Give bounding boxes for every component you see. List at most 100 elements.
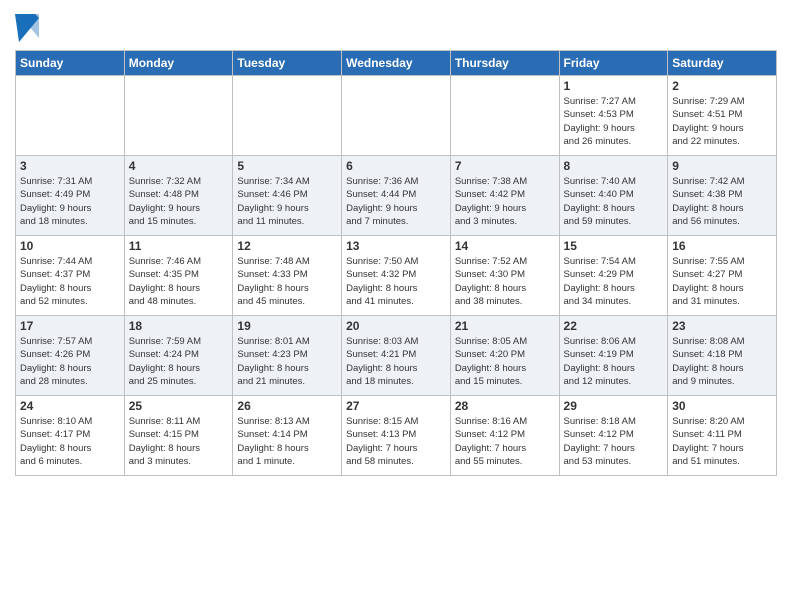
day-info: Sunrise: 8:18 AM Sunset: 4:12 PM Dayligh… [564,415,664,468]
day-number: 4 [129,159,229,173]
day-info: Sunrise: 7:27 AM Sunset: 4:53 PM Dayligh… [564,95,664,148]
calendar-cell: 30 Sunrise: 8:20 AM Sunset: 4:11 PM Dayli… [668,396,777,476]
day-number: 20 [346,319,446,333]
day-number: 8 [564,159,664,173]
calendar-cell: 26 Sunrise: 8:13 AM Sunset: 4:14 PM Dayli… [233,396,342,476]
weekday-header: Sunday [16,51,125,76]
day-number: 14 [455,239,555,253]
day-number: 3 [20,159,120,173]
calendar-cell: 7Sunrise: 7:38 AM Sunset: 4:42 PM Daylig… [450,156,559,236]
day-number: 2 [672,79,772,93]
calendar-cell: 22 Sunrise: 8:06 AM Sunset: 4:19 PM Dayli… [559,316,668,396]
day-number: 19 [237,319,337,333]
calendar-cell: 27 Sunrise: 8:15 AM Sunset: 4:13 PM Dayli… [342,396,451,476]
day-number: 27 [346,399,446,413]
day-number: 15 [564,239,664,253]
day-number: 11 [129,239,229,253]
logo [15,14,41,42]
day-info: Sunrise: 8:05 AM Sunset: 4:20 PM Dayligh… [455,335,555,388]
day-info: Sunrise: 7:55 AM Sunset: 4:27 PM Dayligh… [672,255,772,308]
day-info: Sunrise: 7:34 AM Sunset: 4:46 PM Dayligh… [237,175,337,228]
calendar-cell: 19 Sunrise: 8:01 AM Sunset: 4:23 PM Dayli… [233,316,342,396]
calendar-cell: 14 Sunrise: 7:52 AM Sunset: 4:30 PM Dayli… [450,236,559,316]
calendar-cell: 10 Sunrise: 7:44 AM Sunset: 4:37 PM Dayli… [16,236,125,316]
calendar-week-row: 1 Sunrise: 7:27 AM Sunset: 4:53 PM Daylig… [16,76,777,156]
day-info: Sunrise: 7:48 AM Sunset: 4:33 PM Dayligh… [237,255,337,308]
day-info: Sunrise: 7:29 AM Sunset: 4:51 PM Dayligh… [672,95,772,148]
page: SundayMondayTuesdayWednesdayThursdayFrid… [0,0,792,612]
calendar-cell: 8 Sunrise: 7:40 AM Sunset: 4:40 PM Daylig… [559,156,668,236]
calendar-cell: 6 Sunrise: 7:36 AM Sunset: 4:44 PM Daylig… [342,156,451,236]
day-info: Sunrise: 8:03 AM Sunset: 4:21 PM Dayligh… [346,335,446,388]
calendar-cell: 16 Sunrise: 7:55 AM Sunset: 4:27 PM Dayli… [668,236,777,316]
day-info: Sunrise: 7:32 AM Sunset: 4:48 PM Dayligh… [129,175,229,228]
calendar-week-row: 10 Sunrise: 7:44 AM Sunset: 4:37 PM Dayli… [16,236,777,316]
calendar-cell: 5 Sunrise: 7:34 AM Sunset: 4:46 PM Daylig… [233,156,342,236]
day-info: Sunrise: 7:50 AM Sunset: 4:32 PM Dayligh… [346,255,446,308]
calendar-cell [16,76,125,156]
day-info: Sunrise: 8:16 AM Sunset: 4:12 PM Dayligh… [455,415,555,468]
day-number: 12 [237,239,337,253]
calendar-week-row: 3Sunrise: 7:31 AM Sunset: 4:49 PM Daylig… [16,156,777,236]
calendar-cell: 9 Sunrise: 7:42 AM Sunset: 4:38 PM Daylig… [668,156,777,236]
day-info: Sunrise: 8:15 AM Sunset: 4:13 PM Dayligh… [346,415,446,468]
header [15,10,777,42]
day-info: Sunrise: 8:13 AM Sunset: 4:14 PM Dayligh… [237,415,337,468]
calendar-cell: 20 Sunrise: 8:03 AM Sunset: 4:21 PM Dayli… [342,316,451,396]
weekday-header: Friday [559,51,668,76]
calendar-cell: 25Sunrise: 8:11 AM Sunset: 4:15 PM Dayli… [124,396,233,476]
calendar-cell: 12 Sunrise: 7:48 AM Sunset: 4:33 PM Dayli… [233,236,342,316]
day-number: 25 [129,399,229,413]
day-number: 21 [455,319,555,333]
day-number: 5 [237,159,337,173]
header-row: SundayMondayTuesdayWednesdayThursdayFrid… [16,51,777,76]
day-number: 6 [346,159,446,173]
day-number: 18 [129,319,229,333]
calendar-cell: 23Sunrise: 8:08 AM Sunset: 4:18 PM Dayli… [668,316,777,396]
day-number: 26 [237,399,337,413]
day-number: 1 [564,79,664,93]
calendar-cell: 11Sunrise: 7:46 AM Sunset: 4:35 PM Dayli… [124,236,233,316]
calendar-cell [124,76,233,156]
calendar-cell: 17 Sunrise: 7:57 AM Sunset: 4:26 PM Dayli… [16,316,125,396]
calendar-cell: 28 Sunrise: 8:16 AM Sunset: 4:12 PM Dayli… [450,396,559,476]
calendar: SundayMondayTuesdayWednesdayThursdayFrid… [15,50,777,476]
day-number: 30 [672,399,772,413]
calendar-cell: 21 Sunrise: 8:05 AM Sunset: 4:20 PM Dayli… [450,316,559,396]
calendar-cell: 3Sunrise: 7:31 AM Sunset: 4:49 PM Daylig… [16,156,125,236]
calendar-cell: 1 Sunrise: 7:27 AM Sunset: 4:53 PM Daylig… [559,76,668,156]
day-number: 23 [672,319,772,333]
day-number: 17 [20,319,120,333]
day-info: Sunrise: 7:54 AM Sunset: 4:29 PM Dayligh… [564,255,664,308]
logo-icon [15,14,39,42]
calendar-cell: 29 Sunrise: 8:18 AM Sunset: 4:12 PM Dayli… [559,396,668,476]
day-info: Sunrise: 7:36 AM Sunset: 4:44 PM Dayligh… [346,175,446,228]
day-info: Sunrise: 8:01 AM Sunset: 4:23 PM Dayligh… [237,335,337,388]
day-number: 24 [20,399,120,413]
day-info: Sunrise: 8:20 AM Sunset: 4:11 PM Dayligh… [672,415,772,468]
calendar-cell: 24Sunrise: 8:10 AM Sunset: 4:17 PM Dayli… [16,396,125,476]
day-number: 29 [564,399,664,413]
day-info: Sunrise: 7:38 AM Sunset: 4:42 PM Dayligh… [455,175,555,228]
day-info: Sunrise: 7:42 AM Sunset: 4:38 PM Dayligh… [672,175,772,228]
weekday-header: Wednesday [342,51,451,76]
day-info: Sunrise: 7:40 AM Sunset: 4:40 PM Dayligh… [564,175,664,228]
day-info: Sunrise: 8:06 AM Sunset: 4:19 PM Dayligh… [564,335,664,388]
day-info: Sunrise: 7:44 AM Sunset: 4:37 PM Dayligh… [20,255,120,308]
day-info: Sunrise: 7:52 AM Sunset: 4:30 PM Dayligh… [455,255,555,308]
calendar-week-row: 17 Sunrise: 7:57 AM Sunset: 4:26 PM Dayli… [16,316,777,396]
day-info: Sunrise: 7:57 AM Sunset: 4:26 PM Dayligh… [20,335,120,388]
calendar-cell: 2 Sunrise: 7:29 AM Sunset: 4:51 PM Daylig… [668,76,777,156]
day-number: 9 [672,159,772,173]
weekday-header: Monday [124,51,233,76]
weekday-header: Saturday [668,51,777,76]
day-number: 28 [455,399,555,413]
day-number: 13 [346,239,446,253]
weekday-header: Thursday [450,51,559,76]
calendar-cell [342,76,451,156]
day-number: 10 [20,239,120,253]
calendar-cell: 18Sunrise: 7:59 AM Sunset: 4:24 PM Dayli… [124,316,233,396]
day-number: 22 [564,319,664,333]
day-number: 16 [672,239,772,253]
calendar-cell: 15 Sunrise: 7:54 AM Sunset: 4:29 PM Dayli… [559,236,668,316]
